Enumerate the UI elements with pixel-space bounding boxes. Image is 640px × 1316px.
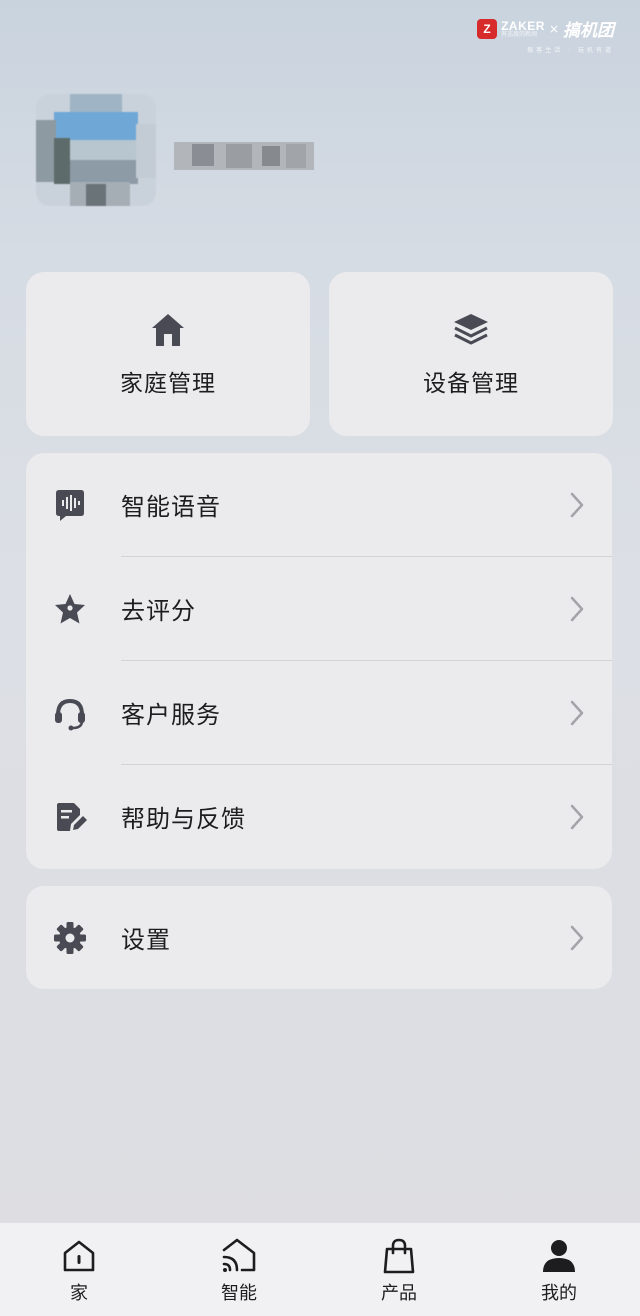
watermark-times: × bbox=[548, 21, 559, 36]
device-management-label: 设备管理 bbox=[423, 371, 519, 397]
voice-icon bbox=[56, 489, 84, 521]
headset-icon bbox=[55, 698, 85, 730]
chevron-right-icon bbox=[570, 596, 584, 621]
home-icon bbox=[152, 314, 184, 346]
menu-list: 智能语音 去评分 客户服务 帮助与反馈 bbox=[26, 453, 612, 869]
watermark-logo: Z ZAKER 有态度的新闻 × 搞机团 极客生活 · 玩机有道 bbox=[477, 16, 614, 54]
chevron-right-icon bbox=[570, 700, 584, 725]
tab-label-home: 家 bbox=[70, 1283, 88, 1304]
tab-label-smart: 智能 bbox=[221, 1283, 257, 1304]
feedback-icon bbox=[57, 802, 87, 831]
tab-products[interactable]: 产品 bbox=[359, 1237, 439, 1311]
watermark-tagline: 极客生活 · 玩机有道 bbox=[527, 47, 614, 54]
chevron-right-icon bbox=[570, 925, 584, 950]
avatar[interactable] bbox=[36, 94, 156, 206]
tab-label-mine: 我的 bbox=[541, 1283, 577, 1304]
home-management-card[interactable]: 家庭管理 bbox=[26, 272, 310, 436]
username-blurred[interactable] bbox=[174, 138, 314, 174]
chevron-right-icon bbox=[570, 804, 584, 829]
tab-smart[interactable]: 智能 bbox=[199, 1237, 279, 1311]
menu-item-feedback[interactable]: 帮助与反馈 bbox=[26, 765, 612, 868]
menu-item-voice[interactable]: 智能语音 bbox=[26, 453, 612, 556]
tab-home[interactable]: 家 bbox=[39, 1237, 119, 1311]
smart-icon bbox=[222, 1238, 256, 1272]
menu-item-settings[interactable]: 设置 bbox=[26, 886, 612, 989]
menu-item-customer-service[interactable]: 客户服务 bbox=[26, 661, 612, 764]
zaker-logo-icon: Z bbox=[477, 18, 498, 39]
menu-item-rate[interactable]: 去评分 bbox=[26, 557, 612, 660]
chevron-right-icon bbox=[570, 492, 584, 517]
tab-label-products: 产品 bbox=[381, 1283, 417, 1304]
menu-label-voice: 智能语音 bbox=[121, 493, 221, 521]
settings-card: 设置 bbox=[26, 886, 612, 989]
home-management-label: 家庭管理 bbox=[120, 371, 216, 397]
home-outline-icon bbox=[63, 1240, 95, 1272]
menu-label-settings: 设置 bbox=[121, 926, 171, 954]
bottom-tab-bar: 家 智能 产品 我的 bbox=[0, 1222, 640, 1316]
device-management-card[interactable]: 设备管理 bbox=[329, 272, 613, 436]
tab-mine[interactable]: 我的 bbox=[519, 1237, 599, 1311]
star-icon bbox=[55, 593, 85, 623]
watermark-partner: 搞机团 bbox=[563, 21, 614, 41]
shopping-bag-icon bbox=[383, 1238, 415, 1274]
menu-label-rate: 去评分 bbox=[121, 597, 196, 625]
menu-label-feedback: 帮助与反馈 bbox=[121, 805, 246, 833]
layers-icon bbox=[454, 314, 488, 345]
person-icon bbox=[543, 1240, 575, 1272]
watermark-brand-sub: 有态度的新闻 bbox=[501, 30, 538, 38]
watermark-brand: ZAKER bbox=[501, 18, 545, 33]
gear-icon bbox=[54, 921, 86, 954]
menu-label-customer-service: 客户服务 bbox=[121, 701, 221, 729]
